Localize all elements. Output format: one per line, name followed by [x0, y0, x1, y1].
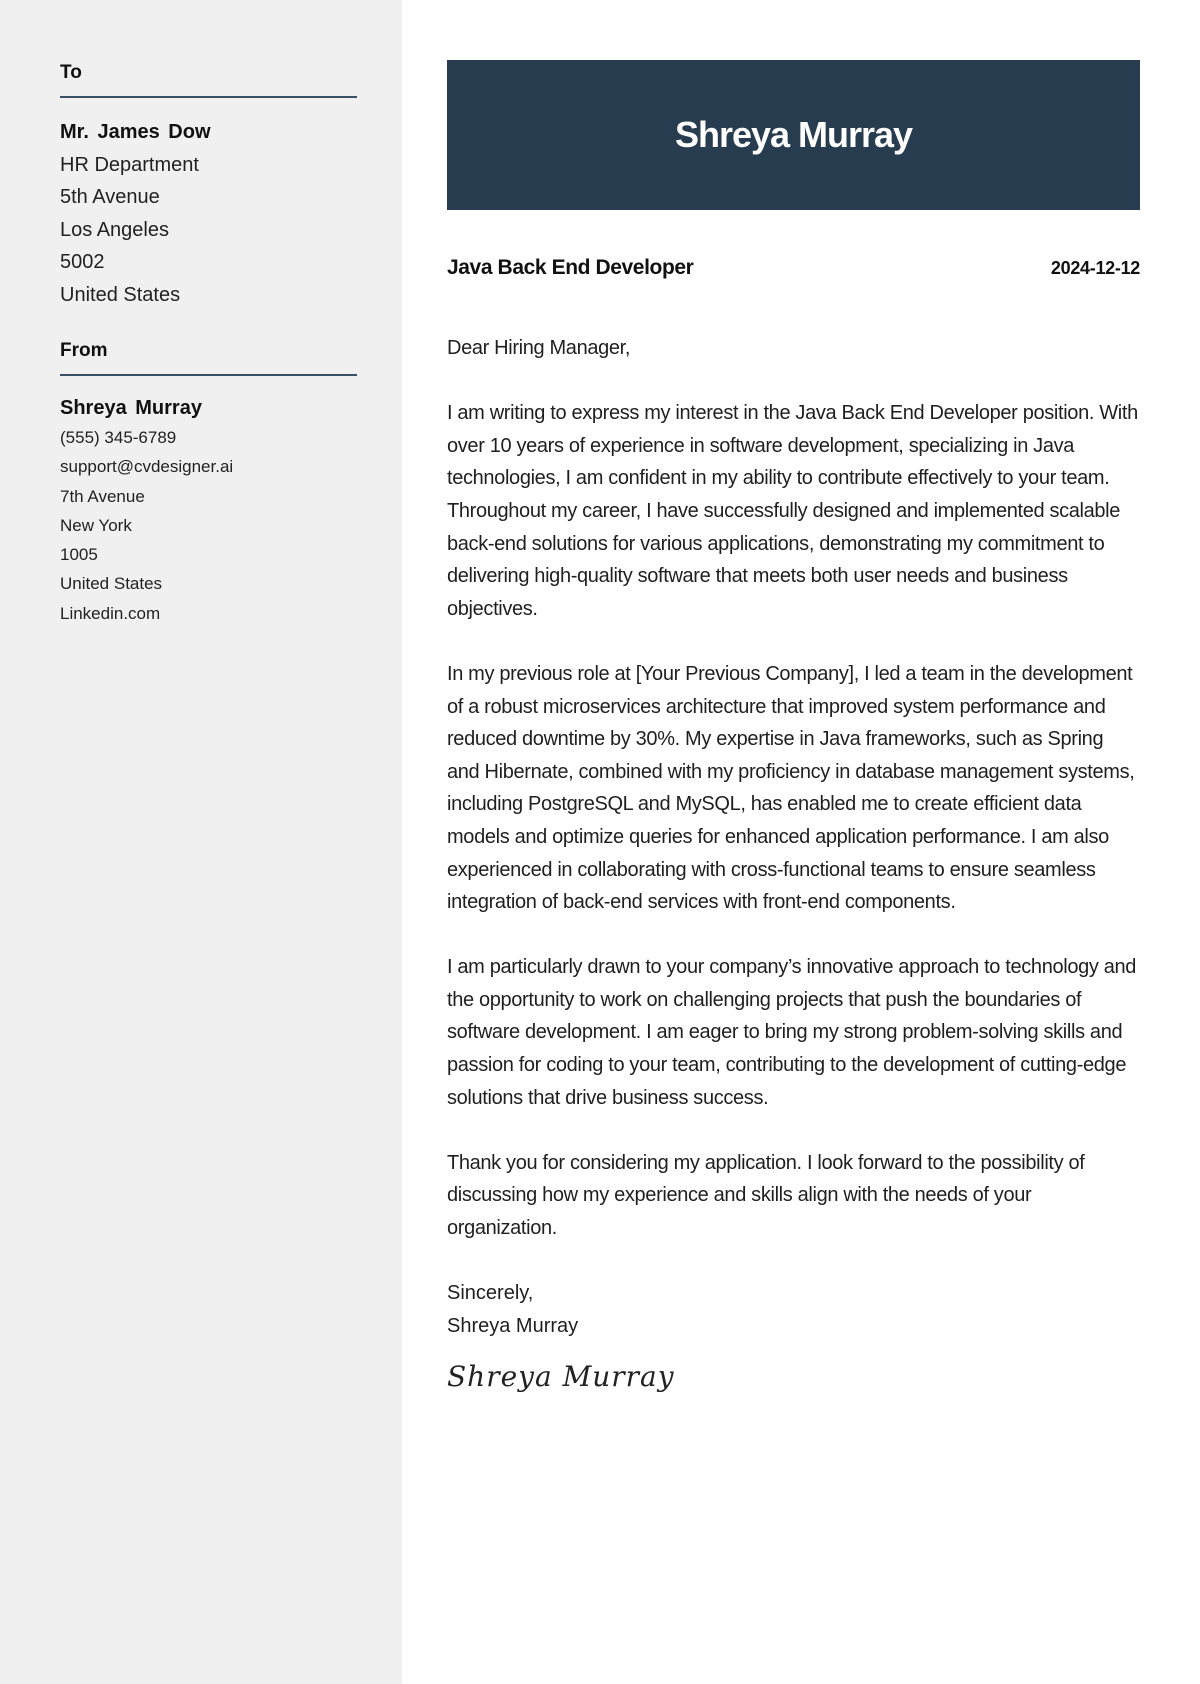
- sender-heading: From: [60, 340, 108, 361]
- sender-email[interactable]: support@cvdesigner.ai: [60, 452, 357, 481]
- salutation: Dear Hiring Manager,: [447, 337, 631, 359]
- sender-section: From Shreya Murray (555) 345-6789 suppor…: [60, 340, 357, 628]
- recipient-address: Mr. James Dow HR Department 5th Avenue L…: [60, 116, 357, 311]
- sender-divider: [60, 374, 357, 376]
- recipient-street: 5th Avenue: [60, 186, 160, 208]
- sender-linkedin[interactable]: Linkedin.com: [60, 599, 357, 628]
- signature: Shreya Murray: [447, 1360, 675, 1394]
- sender-name: Shreya Murray: [60, 397, 202, 419]
- paragraph: In my previous role at [Your Previous Co…: [447, 662, 1135, 914]
- paragraph: I am particularly drawn to your company’…: [447, 956, 1137, 1109]
- paragraph: I am writing to express my interest in t…: [447, 402, 1138, 620]
- paragraph: Thank you for considering my application…: [447, 1151, 1085, 1240]
- letter-meta: Java Back End Developer 2024-12-12: [447, 256, 1140, 280]
- recipient-department: HR Department: [60, 153, 199, 176]
- name-header: Shreya Murray: [447, 60, 1140, 210]
- sender-postcode: 1005: [60, 545, 98, 565]
- sender-country: United States: [60, 574, 163, 594]
- closing: Sincerely,: [447, 1282, 534, 1305]
- recipient-name: Mr. James Dow: [60, 121, 211, 143]
- header-name: Shreya Murray: [674, 114, 913, 155]
- closing-name: Shreya Murray: [447, 1314, 579, 1337]
- letter-date: 2024-12-12: [1050, 258, 1140, 278]
- sender-phone: (555) 345-6789: [60, 428, 177, 447]
- recipient-section: To Mr. James Dow HR Department 5th Avenu…: [60, 62, 357, 311]
- sender-contact: Shreya Murray (555) 345-6789 support@cvd…: [60, 393, 357, 628]
- job-title: Java Back End Developer: [447, 256, 694, 279]
- recipient-divider: [60, 96, 357, 98]
- letter-body: Dear Hiring Manager, I am writing to exp…: [447, 332, 1140, 1393]
- recipient-city: Los Angeles: [60, 218, 169, 241]
- sender-street: 7th Avenue: [60, 486, 145, 506]
- recipient-country: United States: [60, 283, 181, 306]
- recipient-postcode: 5002: [60, 251, 105, 273]
- sidebar: To Mr. James Dow HR Department 5th Avenu…: [0, 0, 402, 1684]
- recipient-heading: To: [60, 62, 82, 83]
- sender-city: New York: [60, 515, 132, 535]
